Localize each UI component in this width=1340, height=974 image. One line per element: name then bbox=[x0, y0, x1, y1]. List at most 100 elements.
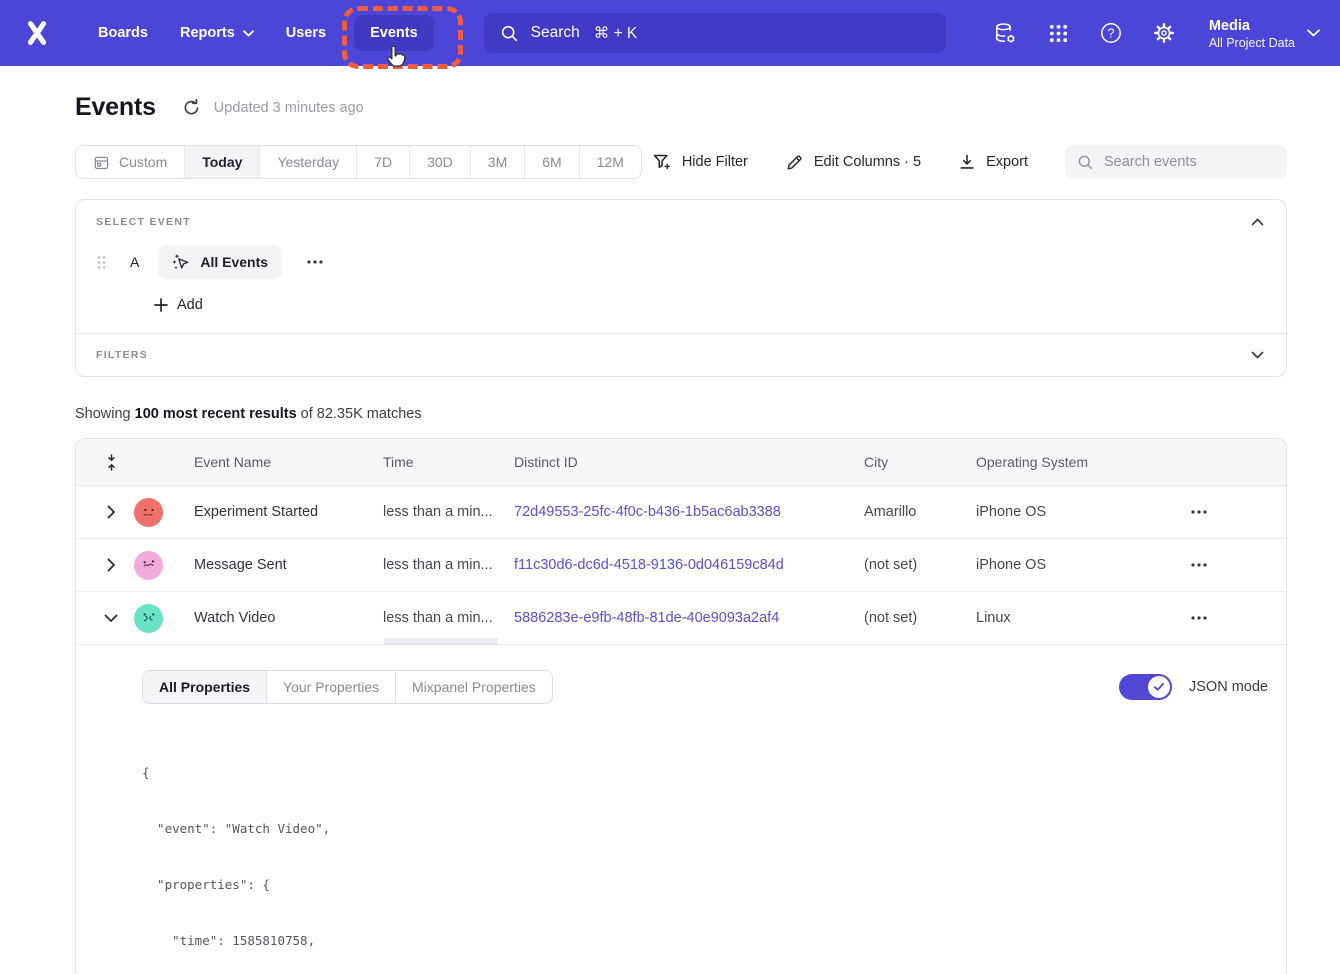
drag-handle-icon[interactable] bbox=[96, 255, 107, 270]
refresh-icon[interactable] bbox=[182, 98, 201, 117]
table-row: Message Sent less than a min... f11c30d6… bbox=[76, 539, 1286, 592]
event-time: less than a min... bbox=[383, 557, 514, 573]
project-name: Media bbox=[1209, 17, 1295, 36]
tab-your-properties[interactable]: Your Properties bbox=[267, 671, 396, 703]
column-header-os[interactable]: Operating System bbox=[976, 454, 1156, 470]
column-header-time[interactable]: Time bbox=[383, 454, 514, 470]
data-management-icon[interactable] bbox=[993, 21, 1018, 46]
date-option-12m[interactable]: 12M bbox=[580, 146, 641, 178]
row-menu-icon[interactable] bbox=[1186, 611, 1212, 625]
date-option-6m[interactable]: 6M bbox=[525, 146, 579, 178]
date-option-30d[interactable]: 30D bbox=[410, 146, 471, 178]
column-resize-indicator[interactable] bbox=[384, 638, 498, 645]
add-event-button[interactable]: Add bbox=[154, 297, 203, 313]
top-navbar: Boards Reports Users Events Search ⌘ + K bbox=[0, 0, 1340, 66]
tab-mixpanel-properties[interactable]: Mixpanel Properties bbox=[396, 671, 552, 703]
select-event-section: SELECT EVENT A bbox=[76, 200, 1286, 333]
search-events-field bbox=[1065, 145, 1287, 179]
column-header-distinct-id[interactable]: Distinct ID bbox=[514, 454, 864, 470]
event-row-label: A bbox=[130, 254, 139, 270]
search-icon bbox=[1077, 154, 1094, 171]
column-header-city[interactable]: City bbox=[864, 454, 976, 470]
expand-row-icon[interactable] bbox=[103, 554, 120, 576]
date-range-control: Custom Today Yesterday 7D 30D 3M 6M 12M bbox=[75, 145, 642, 179]
expand-row-icon[interactable] bbox=[103, 501, 120, 523]
collapse-row-icon[interactable] bbox=[100, 610, 122, 627]
select-event-header: SELECT EVENT bbox=[96, 216, 191, 228]
calendar-icon bbox=[93, 154, 110, 171]
event-os: Linux bbox=[976, 610, 1156, 626]
filters-section[interactable]: FILTERS bbox=[76, 334, 1286, 376]
search-shortcut: ⌘ + K bbox=[594, 24, 638, 43]
json-mode-label: JSON mode bbox=[1189, 679, 1268, 695]
export-button[interactable]: Export bbox=[958, 153, 1028, 171]
event-city: Amarillo bbox=[864, 504, 976, 520]
event-name[interactable]: Message Sent bbox=[194, 557, 383, 573]
cursor-pointer-icon bbox=[382, 44, 408, 74]
event-detail-panel: All Properties Your Properties Mixpanel … bbox=[76, 645, 1286, 974]
project-switcher[interactable]: Media All Project Data bbox=[1209, 17, 1320, 50]
nav-item-users[interactable]: Users bbox=[270, 15, 342, 51]
table-row-expanded: Watch Video less than a min... 5886283e-… bbox=[76, 592, 1286, 645]
distinct-id-link[interactable]: f11c30d6-dc6d-4518-9136-0d046159c84d bbox=[514, 557, 864, 573]
chevron-down-icon bbox=[243, 30, 254, 37]
last-updated: Updated 3 minutes ago bbox=[214, 100, 364, 116]
event-row: A All Events bbox=[96, 245, 1266, 279]
event-city: (not set) bbox=[864, 557, 976, 573]
filter-icon bbox=[652, 152, 672, 172]
table-row: Experiment Started less than a min... 72… bbox=[76, 486, 1286, 539]
event-time: less than a min... bbox=[383, 504, 514, 520]
chevron-down-icon bbox=[1307, 29, 1320, 37]
json-line: "event": "Watch Video", bbox=[142, 820, 1266, 839]
events-table: Event Name Time Distinct ID City Operati… bbox=[75, 438, 1287, 974]
distinct-id-link[interactable]: 5886283e-e9fb-48fb-81de-40e9093a2af4 bbox=[514, 610, 864, 626]
apps-grid-icon[interactable] bbox=[1047, 22, 1070, 45]
check-icon bbox=[1153, 682, 1165, 692]
event-more-menu-icon[interactable] bbox=[303, 256, 327, 268]
search-label: Search bbox=[531, 24, 580, 42]
date-option-today[interactable]: Today bbox=[185, 146, 260, 178]
event-avatar bbox=[134, 551, 163, 580]
collapse-rows-icon[interactable] bbox=[100, 449, 123, 476]
nav-item-boards[interactable]: Boards bbox=[82, 15, 164, 51]
event-name[interactable]: Watch Video bbox=[194, 610, 383, 626]
search-events-input[interactable] bbox=[1104, 154, 1274, 170]
filters-header: FILTERS bbox=[96, 349, 148, 361]
query-panel: SELECT EVENT A bbox=[75, 199, 1287, 377]
json-mode-toggle[interactable] bbox=[1119, 674, 1172, 700]
nav-item-reports[interactable]: Reports bbox=[164, 15, 270, 51]
date-option-custom[interactable]: Custom bbox=[76, 146, 185, 178]
download-icon bbox=[958, 153, 976, 171]
tab-all-properties[interactable]: All Properties bbox=[143, 671, 267, 703]
event-name[interactable]: Experiment Started bbox=[194, 504, 383, 520]
event-avatar bbox=[134, 604, 163, 633]
date-option-yesterday[interactable]: Yesterday bbox=[260, 146, 357, 178]
date-option-7d[interactable]: 7D bbox=[357, 146, 410, 178]
global-search[interactable]: Search ⌘ + K bbox=[484, 13, 946, 53]
edit-columns-button[interactable]: Edit Columns · 5 bbox=[785, 153, 921, 172]
collapse-section-icon[interactable] bbox=[1249, 216, 1266, 228]
json-line: "time": 1585810758, bbox=[142, 932, 1266, 951]
expand-section-icon[interactable] bbox=[1249, 349, 1266, 361]
table-header-row: Event Name Time Distinct ID City Operati… bbox=[76, 439, 1286, 486]
page-title: Events bbox=[75, 93, 156, 122]
mixpanel-logo[interactable] bbox=[22, 18, 52, 48]
results-summary: Showing 100 most recent results of 82.35… bbox=[75, 406, 1287, 422]
event-city: (not set) bbox=[864, 610, 976, 626]
hide-filter-button[interactable]: Hide Filter bbox=[652, 152, 748, 172]
column-header-event-name[interactable]: Event Name bbox=[194, 454, 383, 470]
json-line: "properties": { bbox=[142, 876, 1266, 895]
event-json-viewer: { "event": "Watch Video", "properties": … bbox=[142, 727, 1266, 974]
row-menu-icon[interactable] bbox=[1186, 558, 1212, 572]
row-menu-icon[interactable] bbox=[1186, 505, 1212, 519]
all-events-chip[interactable]: All Events bbox=[158, 245, 282, 279]
pencil-icon bbox=[785, 153, 804, 172]
event-os: iPhone OS bbox=[976, 557, 1156, 573]
json-line: { bbox=[142, 764, 1266, 783]
event-os: iPhone OS bbox=[976, 504, 1156, 520]
distinct-id-link[interactable]: 72d49553-25fc-4f0c-b436-1b5ac6ab3388 bbox=[514, 504, 864, 520]
date-option-3m[interactable]: 3M bbox=[471, 146, 525, 178]
help-icon[interactable]: ? bbox=[1099, 21, 1123, 45]
toggle-knob bbox=[1148, 676, 1170, 698]
settings-icon[interactable] bbox=[1152, 21, 1176, 45]
